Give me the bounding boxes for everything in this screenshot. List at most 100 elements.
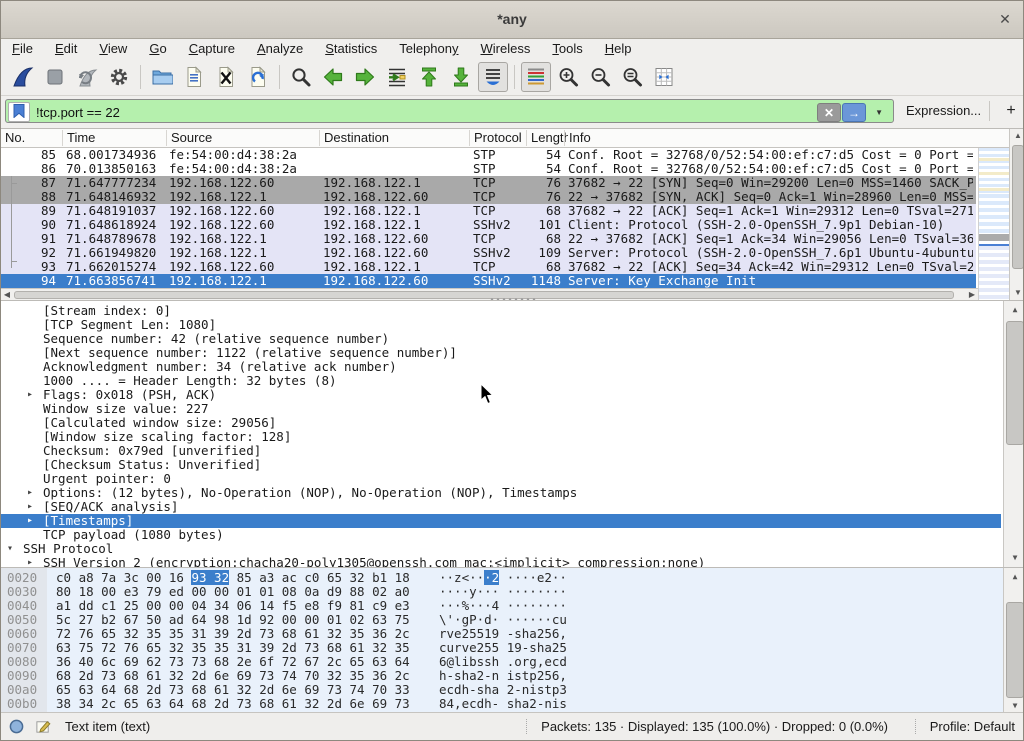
- scroll-down-arrow[interactable]: ▼: [1004, 699, 1023, 713]
- start-capture-button[interactable]: [8, 62, 38, 92]
- detail-line[interactable]: [Next sequence number: 1122 (relative se…: [1, 346, 1001, 360]
- detail-line[interactable]: 1000 .... = Header Length: 32 bytes (8): [1, 374, 1001, 388]
- title-bar[interactable]: *any ✕: [1, 1, 1023, 39]
- hex-row-0060[interactable]: 006072 76 65 32 35 35 31 39 2d 73 68 61 …: [1, 627, 1001, 641]
- packet-list-minimap[interactable]: [978, 148, 1010, 300]
- reload-file-button[interactable]: [243, 62, 273, 92]
- restart-capture-button[interactable]: [72, 62, 102, 92]
- filter-bookmark-button[interactable]: [8, 102, 30, 122]
- detail-line[interactable]: Sequence number: 42 (relative sequence n…: [1, 332, 1001, 346]
- detail-line[interactable]: [TCP Segment Len: 1080]: [1, 318, 1001, 332]
- detail-line[interactable]: [Window size scaling factor: 128]: [1, 430, 1001, 444]
- menu-edit[interactable]: Edit: [44, 39, 88, 58]
- hex-row-0070[interactable]: 007063 75 72 76 65 32 35 35 31 39 2d 73 …: [1, 641, 1001, 655]
- menu-file[interactable]: File: [1, 39, 44, 58]
- hex-row-0020[interactable]: 0020c0 a8 7a 3c 00 16 93 32 85 a3 ac c0 …: [1, 571, 1001, 585]
- display-filter-input[interactable]: [34, 100, 598, 124]
- menu-analyze[interactable]: Analyze: [246, 39, 314, 58]
- close-file-button[interactable]: [211, 62, 241, 92]
- resize-columns-button[interactable]: [649, 62, 679, 92]
- scrollbar-thumb[interactable]: [1012, 145, 1024, 269]
- packet-row-85[interactable]: 8568.001734936fe:54:00:d4:38:2aSTP54Conf…: [1, 148, 976, 162]
- hex-row-00a0[interactable]: 00a065 63 64 68 2d 73 68 61 32 2d 6e 69 …: [1, 683, 1001, 697]
- go-first-button[interactable]: [414, 62, 444, 92]
- capture-comment-button[interactable]: [35, 718, 52, 738]
- column-header-time[interactable]: Time: [62, 130, 170, 146]
- detail-line[interactable]: Checksum: 0x79ed [unverified]: [1, 444, 1001, 458]
- menu-go[interactable]: Go: [138, 39, 177, 58]
- packet-row-86[interactable]: 8670.013850163fe:54:00:d4:38:2aSTP54Conf…: [1, 162, 976, 176]
- filter-add-button[interactable]: +: [1001, 100, 1021, 122]
- column-header-source[interactable]: Source: [166, 130, 323, 146]
- detail-line[interactable]: ▾SSH Protocol: [1, 542, 1001, 556]
- column-header-protocol[interactable]: Protocol: [469, 130, 530, 146]
- expand-arrow-icon[interactable]: ▾: [7, 542, 13, 556]
- hex-row-00b0[interactable]: 00b038 34 2c 65 63 64 68 2d 73 68 61 32 …: [1, 697, 1001, 711]
- hex-row-0030[interactable]: 003080 18 00 e3 79 ed 00 00 01 01 08 0a …: [1, 585, 1001, 599]
- hex-row-0050[interactable]: 00505c 27 b2 67 50 ad 64 98 1d 92 00 00 …: [1, 613, 1001, 627]
- scroll-down-arrow[interactable]: ▼: [1010, 286, 1024, 300]
- menu-help[interactable]: Help: [594, 39, 643, 58]
- packet-row-92[interactable]: 9271.661949820192.168.122.1192.168.122.6…: [1, 246, 976, 260]
- menu-view[interactable]: View: [88, 39, 138, 58]
- open-file-button[interactable]: [147, 62, 177, 92]
- menu-telephony[interactable]: Telephony: [388, 39, 469, 58]
- detail-line[interactable]: [Checksum Status: Unverified]: [1, 458, 1001, 472]
- scroll-up-arrow[interactable]: ▲: [1010, 129, 1024, 143]
- bytes-vscrollbar[interactable]: ▲ ▼: [1003, 568, 1023, 715]
- filter-dropdown-caret[interactable]: ▼: [875, 108, 883, 117]
- scroll-up-arrow[interactable]: ▲: [1004, 570, 1023, 584]
- zoom-in-button[interactable]: [553, 62, 583, 92]
- expand-arrow-icon[interactable]: ▸: [27, 500, 33, 514]
- menu-wireless[interactable]: Wireless: [470, 39, 542, 58]
- expand-arrow-icon[interactable]: ▸: [27, 556, 33, 567]
- expand-arrow-icon[interactable]: ▸: [27, 486, 33, 500]
- go-back-button[interactable]: [318, 62, 348, 92]
- expand-arrow-icon[interactable]: ▸: [27, 388, 33, 402]
- stop-capture-button[interactable]: [40, 62, 70, 92]
- packet-row-93[interactable]: 9371.662015274192.168.122.60192.168.122.…: [1, 260, 976, 274]
- packet-row-90[interactable]: 9071.648618924192.168.122.60192.168.122.…: [1, 218, 976, 232]
- close-window-button[interactable]: ✕: [995, 9, 1015, 29]
- column-header-destination[interactable]: Destination: [319, 130, 473, 146]
- detail-vscrollbar[interactable]: ▲ ▼: [1003, 301, 1023, 567]
- detail-line[interactable]: Urgent pointer: 0: [1, 472, 1001, 486]
- packet-row-88[interactable]: 8871.648146932192.168.122.1192.168.122.6…: [1, 190, 976, 204]
- packet-list-vscrollbar[interactable]: ▲ ▼: [1009, 129, 1024, 300]
- detail-line[interactable]: ▸Options: (12 bytes), No-Operation (NOP)…: [1, 486, 1001, 500]
- hex-row-0040[interactable]: 0040a1 dd c1 25 00 00 04 34 06 14 f5 e8 …: [1, 599, 1001, 613]
- expression-button[interactable]: Expression...: [906, 103, 981, 118]
- save-file-button[interactable]: [179, 62, 209, 92]
- auto-scroll-button[interactable]: [478, 62, 508, 92]
- scroll-down-arrow[interactable]: ▼: [1004, 551, 1023, 565]
- column-header-length[interactable]: Length: [526, 130, 568, 146]
- detail-line[interactable]: [Calculated window size: 29056]: [1, 416, 1001, 430]
- menu-capture[interactable]: Capture: [178, 39, 246, 58]
- find-packet-button[interactable]: [286, 62, 316, 92]
- detail-line[interactable]: ▸Flags: 0x018 (PSH, ACK): [1, 388, 1001, 402]
- detail-line[interactable]: Acknowledgment number: 34 (relative ack …: [1, 360, 1001, 374]
- zoom-original-button[interactable]: [617, 62, 647, 92]
- menu-statistics[interactable]: Statistics: [314, 39, 388, 58]
- capture-options-button[interactable]: [104, 62, 134, 92]
- scrollbar-thumb[interactable]: [1006, 602, 1023, 698]
- zoom-out-button[interactable]: [585, 62, 615, 92]
- scroll-up-arrow[interactable]: ▲: [1004, 303, 1023, 317]
- packet-row-94[interactable]: 9471.663856741192.168.122.1192.168.122.6…: [1, 274, 976, 288]
- go-last-button[interactable]: [446, 62, 476, 92]
- status-profile[interactable]: Profile: Default: [915, 719, 1015, 734]
- go-forward-button[interactable]: [350, 62, 380, 92]
- expand-arrow-icon[interactable]: ▸: [27, 514, 33, 528]
- detail-line[interactable]: ▸[Timestamps]: [1, 514, 1001, 528]
- display-filter-field[interactable]: ✕ → ▼: [5, 99, 894, 123]
- detail-line[interactable]: TCP payload (1080 bytes): [1, 528, 1001, 542]
- packet-row-89[interactable]: 8971.648191037192.168.122.60192.168.122.…: [1, 204, 976, 218]
- menu-tools[interactable]: Tools: [541, 39, 593, 58]
- filter-apply-button[interactable]: →: [842, 103, 866, 122]
- detail-line[interactable]: [Stream index: 0]: [1, 304, 1001, 318]
- go-to-packet-button[interactable]: [382, 62, 412, 92]
- filter-clear-button[interactable]: ✕: [817, 103, 841, 122]
- column-header-no[interactable]: No.: [1, 130, 65, 146]
- hex-row-0090[interactable]: 009068 2d 73 68 61 32 2d 6e 69 73 74 70 …: [1, 669, 1001, 683]
- expert-info-button[interactable]: [9, 719, 24, 737]
